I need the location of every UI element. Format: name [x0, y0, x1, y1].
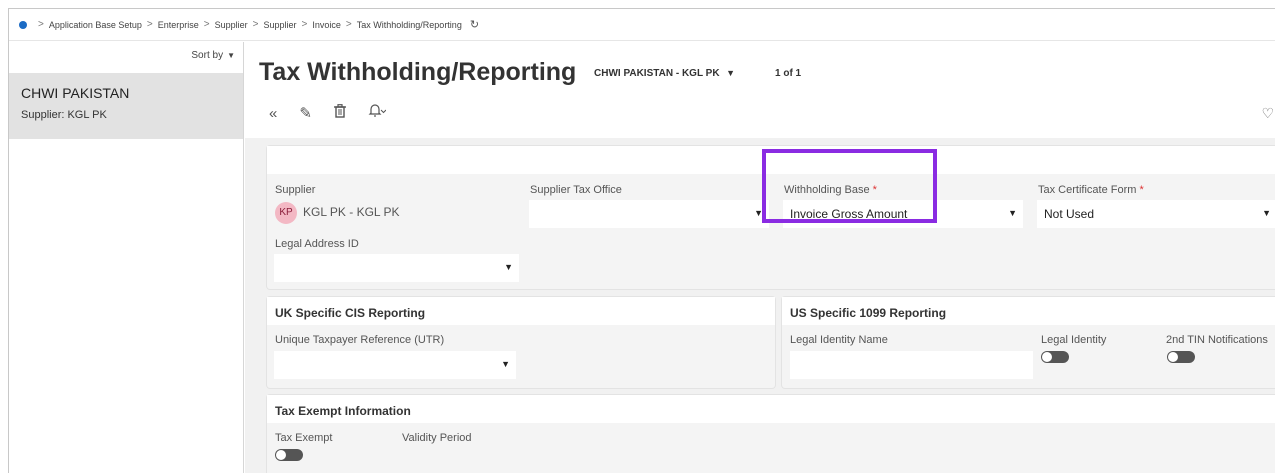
app-window: > Application Base Setup > Enterprise > … [8, 8, 1275, 473]
toggle-knob [1168, 352, 1178, 362]
refresh-icon[interactable]: ↻ [470, 18, 479, 31]
supplier-label: Supplier [275, 184, 316, 196]
caret-down-icon: ▼ [723, 68, 735, 78]
avatar: KP [275, 202, 297, 224]
us-1099-title: US Specific 1099 Reporting [782, 297, 1275, 325]
record-selector[interactable]: CHWI PAKISTAN - KGL PK ▼ [594, 68, 735, 79]
general-card: Supplier KP KGL PK - KGL PK Supplier Tax … [267, 146, 1275, 289]
chevron-right-icon: > [38, 19, 44, 30]
tax-cert-label-text: Tax Certificate Form [1038, 184, 1137, 196]
record-name: CHWI PAKISTAN [21, 85, 130, 101]
chevron-right-icon: > [146, 19, 153, 30]
record-selector-label: CHWI PAKISTAN - KGL PK [594, 68, 720, 79]
required-marker: * [872, 184, 877, 196]
sort-by-label: Sort by [191, 50, 224, 61]
collapse-icon[interactable]: « [269, 105, 277, 122]
bell-icon[interactable] [368, 104, 387, 122]
breadcrumb-item[interactable]: Supplier [215, 20, 248, 30]
page-header: Tax Withholding/Reporting CHWI PAKISTAN … [245, 42, 1275, 138]
legal-name-label: Legal Identity Name [790, 334, 888, 346]
tax-exempt-card: Tax Exempt Information Tax Exempt Validi… [267, 395, 1275, 473]
tin-label: 2nd TIN Notifications [1166, 334, 1268, 346]
toggle-knob [276, 450, 286, 460]
record-count: 1 of 1 [775, 68, 802, 79]
tax-office-label: Supplier Tax Office [530, 184, 622, 196]
required-marker: * [1139, 184, 1144, 196]
legal-identity-toggle[interactable] [1041, 351, 1069, 363]
dropdown-arrow-icon: ▼ [754, 208, 763, 218]
dropdown-arrow-icon: ▼ [1262, 208, 1271, 218]
chevron-right-icon: > [252, 19, 259, 30]
list-item[interactable]: CHWI PAKISTAN Supplier: KGL PK [9, 73, 243, 139]
withholding-base-label: Withholding Base * [784, 184, 877, 196]
tax-exempt-toggle[interactable] [275, 449, 303, 461]
uk-cis-title: UK Specific CIS Reporting [267, 297, 775, 325]
withholding-base-field[interactable]: Invoice Gross Amount ▼ [783, 200, 1023, 228]
record-list-panel: Sort by ▼ CHWI PAKISTAN Supplier: KGL PK [9, 42, 244, 473]
withholding-base-label-text: Withholding Base [784, 184, 870, 196]
toggle-knob [1042, 352, 1052, 362]
breadcrumb-item[interactable]: Enterprise [158, 20, 199, 30]
breadcrumb-item[interactable]: Invoice [312, 20, 341, 30]
chevron-right-icon: > [345, 19, 352, 30]
breadcrumb-current: Tax Withholding/Reporting [356, 19, 462, 30]
toolbar: « ✎ [269, 104, 387, 122]
utr-field[interactable]: ▼ [274, 351, 516, 379]
caret-down-icon: ▼ [227, 51, 235, 60]
favorite-icon[interactable]: ♡ [1261, 105, 1274, 122]
breadcrumb: > Application Base Setup > Enterprise > … [9, 9, 1275, 41]
tax-cert-field[interactable]: Not Used ▼ [1037, 200, 1275, 228]
tax-exempt-title: Tax Exempt Information [267, 395, 1275, 423]
record-subtitle: Supplier: KGL PK [21, 109, 107, 121]
legal-address-field[interactable]: ▼ [274, 254, 519, 282]
dropdown-arrow-icon: ▼ [504, 262, 513, 272]
withholding-base-value: Invoice Gross Amount [790, 207, 908, 221]
us-1099-card: US Specific 1099 Reporting Legal Identit… [782, 297, 1275, 388]
tin-toggle[interactable] [1167, 351, 1195, 363]
edit-icon[interactable]: ✎ [299, 104, 312, 122]
tax-cert-value: Not Used [1044, 207, 1095, 221]
legal-address-label: Legal Address ID [275, 238, 359, 250]
tax-cert-label: Tax Certificate Form * [1038, 184, 1144, 196]
breadcrumb-item[interactable]: Supplier [264, 20, 297, 30]
legal-name-field[interactable] [790, 351, 1033, 379]
supplier-value: KP KGL PK - KGL PK [275, 202, 399, 224]
legal-identity-label: Legal Identity [1041, 334, 1107, 346]
sort-by-button[interactable]: Sort by ▼ [191, 50, 235, 61]
tax-exempt-label: Tax Exempt [275, 432, 333, 444]
uk-cis-card: UK Specific CIS Reporting Unique Taxpaye… [267, 297, 775, 388]
chevron-right-icon: > [301, 19, 308, 30]
page-title: Tax Withholding/Reporting [259, 58, 577, 86]
home-icon[interactable] [19, 20, 27, 29]
tax-office-field[interactable]: ▼ [529, 200, 769, 228]
supplier-value-text: KGL PK - KGL PK [303, 205, 400, 220]
delete-icon[interactable] [333, 104, 346, 122]
utr-label: Unique Taxpayer Reference (UTR) [275, 334, 445, 346]
dropdown-arrow-icon: ▼ [1008, 208, 1017, 218]
breadcrumb-item[interactable]: Application Base Setup [49, 20, 142, 30]
validity-period-label: Validity Period [402, 432, 472, 444]
chevron-right-icon: > [203, 19, 210, 30]
dropdown-arrow-icon: ▼ [501, 359, 510, 369]
main-content: Tax Withholding/Reporting CHWI PAKISTAN … [245, 42, 1275, 473]
